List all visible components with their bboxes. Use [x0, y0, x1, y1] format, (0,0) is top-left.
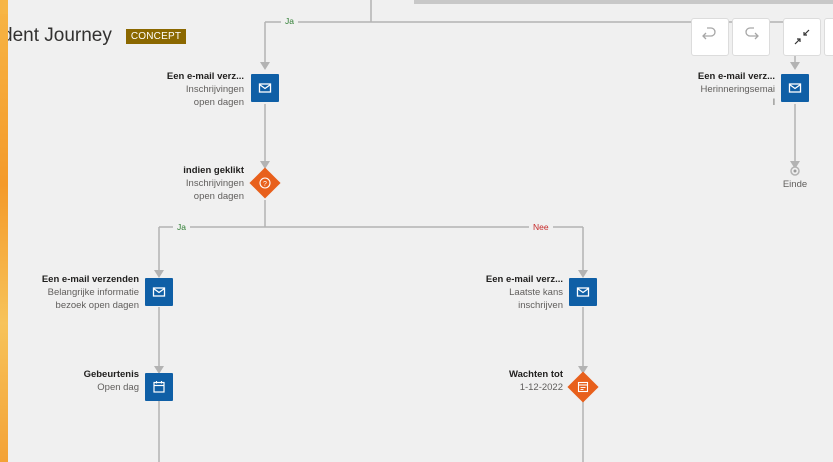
page-title: dent Journey — [8, 25, 112, 46]
email-top-line1: Inschrijvingen — [185, 84, 244, 95]
journey-canvas[interactable]: dent Journey CONCEPT Ja Ja Nee Een e-mai… — [8, 0, 833, 462]
email-top-node[interactable] — [251, 74, 279, 102]
end-node[interactable]: Einde — [775, 178, 815, 191]
end-label: Einde — [782, 179, 808, 190]
email-left-title: Een e-mail verzenden — [41, 274, 139, 285]
email-top-text: Een e-mail verz... Inschrijvingen open d… — [167, 70, 244, 109]
branch-label-nee: Nee — [529, 222, 553, 232]
question-icon: ? — [251, 169, 279, 197]
email-top-title: Een e-mail verz... — [166, 71, 244, 82]
email-mid-line1: Laatste kans — [509, 287, 563, 298]
email-top-line2: open dagen — [193, 97, 244, 108]
email-left-line1: Belangrijke informatie — [47, 287, 139, 298]
calendar-clock-icon — [569, 373, 597, 401]
branch-label-ja-top: Ja — [281, 16, 298, 26]
undo-icon — [702, 27, 716, 40]
email-right-text: Een e-mail verz... Herinneringsemai l — [698, 70, 775, 109]
email-right-line2: l — [772, 97, 775, 108]
wait-title: Wachten tot — [508, 369, 563, 380]
wait-line1: 1-12-2022 — [519, 382, 563, 393]
svg-text:?: ? — [263, 181, 267, 188]
email-mid-title: Een e-mail verz... — [485, 274, 563, 285]
email-right-node[interactable] — [781, 74, 809, 102]
email-mid-line2: inschrijven — [518, 300, 563, 311]
email-left-line2: bezoek open dagen — [55, 300, 139, 311]
mail-icon — [788, 83, 802, 93]
condition-line2: open dagen — [193, 191, 244, 202]
toolbar-extra-button[interactable] — [824, 18, 833, 56]
mail-icon — [152, 287, 166, 297]
journey-title-bar: dent Journey CONCEPT — [8, 24, 187, 48]
email-right-line1: Herinneringsemai — [700, 84, 775, 95]
mail-icon — [576, 287, 590, 297]
undo-button[interactable] — [691, 18, 729, 56]
condition-line1: Inschrijvingen — [185, 178, 244, 189]
condition-text: indien geklikt Inschrijvingen open dagen — [183, 164, 244, 203]
calendar-icon — [153, 381, 165, 393]
branch-label-ja: Ja — [173, 222, 190, 232]
collapse-button[interactable] — [783, 18, 821, 56]
email-right-title: Een e-mail verz... — [697, 71, 775, 82]
redo-icon — [745, 27, 759, 40]
email-mid-node[interactable] — [569, 278, 597, 306]
condition-title: indien geklikt — [183, 165, 244, 176]
event-node[interactable] — [145, 373, 173, 401]
redo-button[interactable] — [732, 18, 770, 56]
status-badge: CONCEPT — [125, 28, 187, 44]
email-mid-text: Een e-mail verz... Laatste kans inschrij… — [486, 273, 563, 312]
wait-text: Wachten tot 1-12-2022 — [509, 368, 563, 394]
event-line1: Open dag — [97, 382, 139, 393]
event-text: Gebeurtenis Open dag — [84, 368, 139, 394]
collapse-icon — [794, 29, 810, 45]
mail-icon — [258, 83, 272, 93]
email-left-node[interactable] — [145, 278, 173, 306]
email-left-text: Een e-mail verzenden Belangrijke informa… — [42, 273, 139, 312]
event-title: Gebeurtenis — [83, 369, 139, 380]
